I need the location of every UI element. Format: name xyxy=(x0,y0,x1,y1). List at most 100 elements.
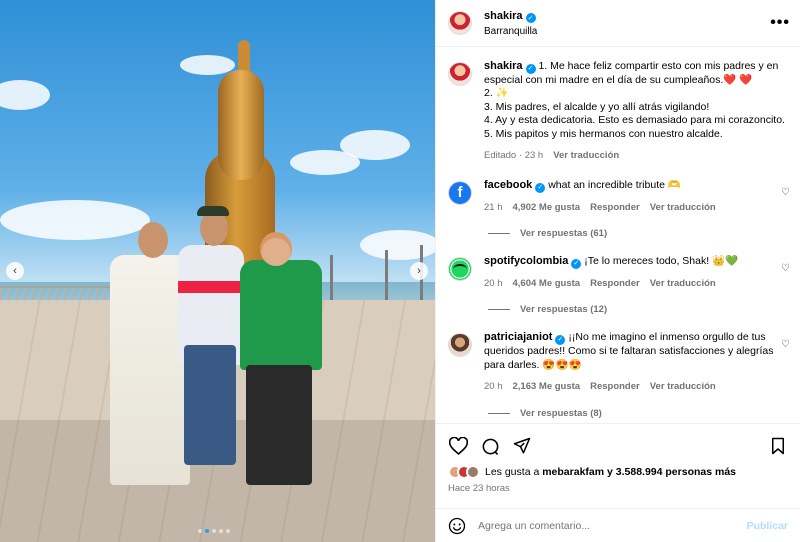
chevron-right-icon: › xyxy=(417,265,421,277)
cloud xyxy=(340,130,410,160)
lamp-post xyxy=(385,250,388,300)
cloud xyxy=(0,200,150,240)
facebook-avatar[interactable]: f xyxy=(448,180,472,205)
likes-summary: Les gusta a mebarakfam y 3.588.994 perso… xyxy=(448,465,788,479)
carousel-indicator xyxy=(198,529,230,533)
trousers xyxy=(246,365,312,485)
author-username[interactable]: shakira xyxy=(484,10,523,22)
verified-badge-icon: ✓ xyxy=(525,63,536,74)
likes-count[interactable]: y 3.588.994 personas más xyxy=(604,466,736,478)
comment-text: ¡Te lo mereces todo, Shak! 👑💚 xyxy=(584,255,739,267)
reply-button[interactable]: Responder xyxy=(590,380,640,394)
person-head xyxy=(138,222,168,258)
bookmark-icon[interactable] xyxy=(768,436,788,456)
comment-time[interactable]: 20 h xyxy=(484,277,503,291)
caption-username[interactable]: shakira xyxy=(484,60,523,72)
publish-button[interactable]: Publicar xyxy=(747,520,788,532)
post-header: shakira ✓ Barranquilla ••• xyxy=(436,0,800,47)
share-icon[interactable] xyxy=(512,436,532,456)
cloud xyxy=(360,230,435,260)
author-avatar[interactable] xyxy=(448,62,472,86)
comment-likes[interactable]: 4,902 Me gusta xyxy=(513,201,581,215)
caption-line: 2. ✨ xyxy=(484,87,509,100)
divider xyxy=(488,233,510,234)
view-replies-button[interactable]: Ver respuestas (61) xyxy=(488,228,790,239)
cloud xyxy=(180,55,235,75)
comment-likes[interactable]: 4,604 Me gusta xyxy=(513,277,581,291)
comment-time[interactable]: 21 h xyxy=(484,201,503,215)
carousel-dot xyxy=(226,529,230,533)
caption-line: 3. Mis padres, el alcalde y yo allí atrá… xyxy=(484,100,710,113)
comment-meta: 20 h 4,604 Me gusta Responder Ver traduc… xyxy=(484,277,778,291)
verified-badge-icon: ✓ xyxy=(525,12,536,23)
author-info: shakira ✓ Barranquilla xyxy=(484,10,537,37)
comment-input[interactable] xyxy=(478,519,747,532)
comment: f facebook ✓ what an incredible tribute 🫶… xyxy=(448,179,790,214)
verified-badge-icon: ✓ xyxy=(571,258,582,269)
post-time[interactable]: Hace 23 horas xyxy=(448,483,788,494)
comment-text: what an incredible tribute 🫶 xyxy=(548,178,681,191)
likes-prefix: Les gusta a xyxy=(485,466,543,478)
translate-link[interactable]: Ver traducción xyxy=(650,201,716,215)
comment-meta: 21 h 4,902 Me gusta Responder Ver traduc… xyxy=(484,201,778,215)
more-options-icon[interactable]: ••• xyxy=(770,14,790,32)
liker-avatar[interactable] xyxy=(466,465,480,479)
liker-username[interactable]: mebarakfam xyxy=(542,466,604,478)
comment-username[interactable]: spotifycolombia xyxy=(484,255,568,267)
view-replies-button[interactable]: Ver respuestas (12) xyxy=(488,304,790,315)
post-image: ‹ › xyxy=(0,0,435,542)
carousel-dot-active xyxy=(205,529,209,533)
comment: spotifycolombia ✓ ¡Te lo mereces todo, Sh… xyxy=(448,255,790,290)
previous-image-button[interactable]: ‹ xyxy=(6,262,24,280)
jeans xyxy=(184,345,236,465)
heart-icon[interactable]: ♡ xyxy=(778,339,790,350)
comment-meta: 20 h 2,163 Me gusta Responder Ver traduc… xyxy=(484,380,778,394)
divider xyxy=(488,309,510,311)
lamp-post xyxy=(330,255,333,300)
patriciajaniot-avatar[interactable] xyxy=(448,333,472,358)
action-bar xyxy=(448,434,788,458)
caption-time[interactable]: 23 h xyxy=(525,150,544,161)
comments-list: shakira ✓ 1. Me hace feliz compartir esto… xyxy=(436,48,800,423)
translate-link[interactable]: Ver traducción xyxy=(650,380,716,394)
caption-line: 4. Ay y esta dedicatoria. Esto es demasi… xyxy=(484,114,785,127)
post-sidebar: shakira ✓ Barranquilla ••• shakira ✓ 1. Me… xyxy=(435,0,800,542)
comment: patriciajaniot ✓ ¡¡No me imagino el inmen… xyxy=(448,331,790,393)
reply-button[interactable]: Responder xyxy=(590,201,640,215)
comment-username[interactable]: patriciajaniot xyxy=(484,331,552,343)
post-location[interactable]: Barranquilla xyxy=(484,26,537,37)
view-replies-button[interactable]: Ver respuestas (8) xyxy=(488,408,790,419)
comment-likes[interactable]: 2,163 Me gusta xyxy=(513,380,581,394)
spotify-icon xyxy=(453,264,467,274)
spotify-avatar[interactable] xyxy=(448,257,472,281)
verified-badge-icon: ✓ xyxy=(535,182,546,193)
caption-meta: Editado · 23 h Ver traducción xyxy=(484,149,620,163)
edited-label: Editado xyxy=(484,150,517,162)
next-image-button[interactable]: › xyxy=(410,262,428,280)
carousel-dot xyxy=(198,529,202,533)
person-head xyxy=(260,232,292,266)
comment-icon[interactable] xyxy=(480,436,500,456)
reply-button[interactable]: Responder xyxy=(590,277,640,291)
carousel-dot xyxy=(212,529,216,533)
view-replies-label: Ver respuestas (12) xyxy=(520,304,608,316)
view-replies-label: Ver respuestas (61) xyxy=(520,228,608,239)
person-mother xyxy=(240,260,322,370)
author-avatar[interactable] xyxy=(448,11,472,35)
comment-time[interactable]: 20 h xyxy=(484,380,503,394)
carousel-dot xyxy=(219,529,223,533)
translate-link[interactable]: Ver traducción xyxy=(650,277,716,291)
statue xyxy=(218,70,264,180)
heart-icon[interactable]: ♡ xyxy=(778,187,790,198)
comment-username[interactable]: facebook xyxy=(484,179,532,191)
translate-link[interactable]: Ver traducción xyxy=(553,149,619,163)
caption: shakira ✓ 1. Me hace feliz compartir esto… xyxy=(448,60,790,163)
emoji-icon[interactable] xyxy=(448,517,466,535)
divider xyxy=(488,412,510,414)
add-comment-bar: Publicar xyxy=(436,508,800,542)
caption-line: 5. Mis papitos y mis hermanos con nuestr… xyxy=(484,127,723,140)
cap xyxy=(197,206,229,216)
heart-icon[interactable]: ♡ xyxy=(778,263,790,274)
cloud xyxy=(0,80,50,110)
heart-icon[interactable] xyxy=(448,436,468,456)
